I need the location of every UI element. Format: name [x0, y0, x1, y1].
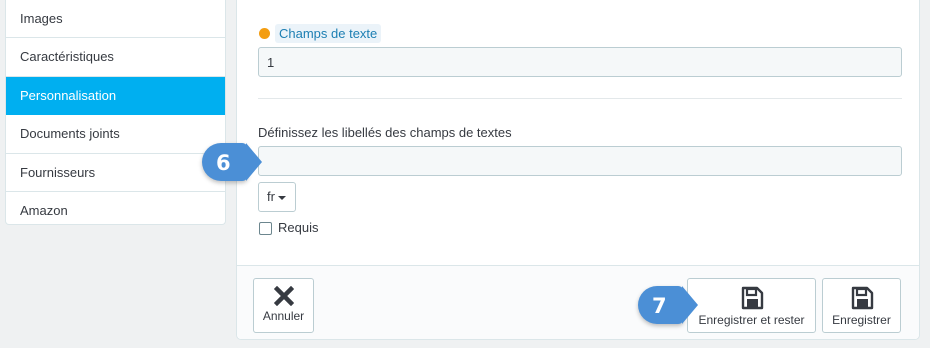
required-label: Requis	[278, 220, 319, 235]
save-and-stay-button[interactable]: Enregistrer et rester	[687, 278, 816, 333]
floppy-disk-icon	[741, 286, 763, 310]
sidebar-item-documents-joints[interactable]: Documents joints	[6, 115, 225, 154]
text-fields-label: Champs de texte	[275, 24, 382, 43]
sidebar-item-amazon[interactable]: Amazon	[6, 192, 225, 230]
sidebar-item-images[interactable]: Images	[6, 0, 225, 39]
save-label: Enregistrer	[832, 313, 891, 327]
floppy-disk-icon	[851, 286, 873, 310]
save-and-stay-label: Enregistrer et rester	[698, 313, 805, 327]
required-checkbox[interactable]	[259, 222, 272, 235]
text-field-labels-heading: Définissez les libellés des champs de te…	[258, 125, 512, 140]
close-icon	[273, 286, 294, 306]
step-6-number: 6	[216, 151, 231, 175]
language-code: fr	[267, 189, 275, 204]
caret-down-icon	[277, 195, 286, 200]
step-7-number: 7	[652, 294, 667, 318]
sidebar-item-fournisseurs[interactable]: Fournisseurs	[6, 154, 225, 192]
status-dot-icon	[259, 28, 270, 39]
step-6-badge: 6	[202, 143, 262, 181]
section-divider	[258, 98, 902, 99]
language-dropdown[interactable]: fr	[258, 182, 296, 212]
cancel-button[interactable]: Annuler	[253, 278, 314, 333]
cancel-button-label: Annuler	[262, 309, 305, 323]
text-fields-count-input[interactable]	[258, 47, 902, 77]
sidebar-item-caracteristiques[interactable]: Caractéristiques	[6, 38, 225, 77]
step-7-badge: 7	[638, 286, 698, 324]
save-button[interactable]: Enregistrer	[822, 278, 901, 333]
text-field-label-input[interactable]	[258, 146, 902, 176]
panel-footer: Annuler Enregistrer et rester Enregistre…	[237, 265, 919, 339]
sidebar-menu: Images Caractéristiques Personnalisation…	[5, 0, 226, 225]
customization-panel: Champs de texte Définissez les libellés …	[236, 0, 920, 340]
sidebar-item-personnalisation[interactable]: Personnalisation	[6, 76, 225, 116]
